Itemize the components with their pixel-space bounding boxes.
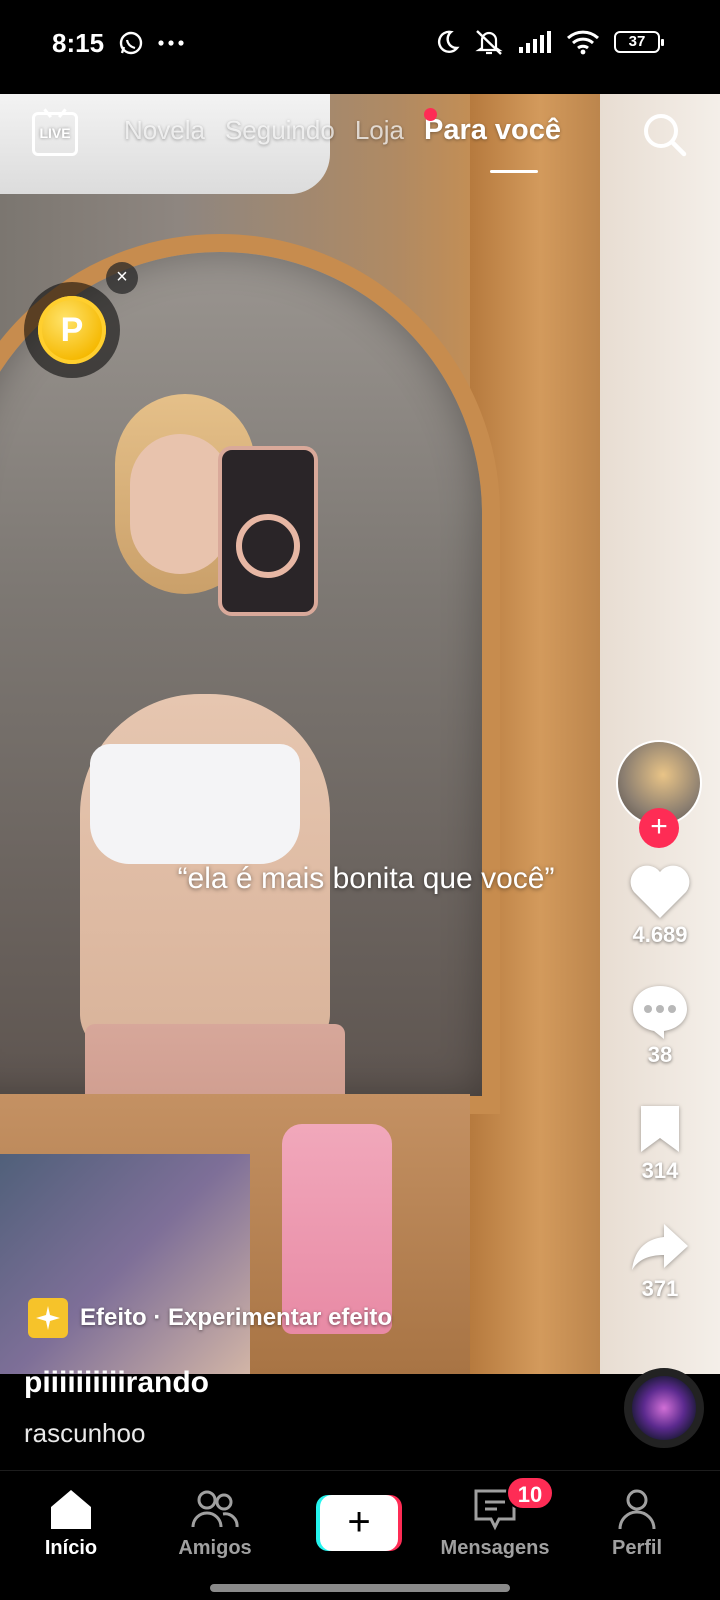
- coin-icon: P: [38, 296, 106, 364]
- do-not-disturb-moon-icon: [437, 30, 460, 53]
- follow-button[interactable]: +: [639, 808, 679, 848]
- tab-novela[interactable]: Novela: [124, 115, 205, 146]
- figure-top: [90, 744, 300, 864]
- comment-icon: [633, 986, 687, 1039]
- status-bar: 8:15 37: [0, 0, 720, 94]
- signal-icon: [519, 31, 551, 53]
- close-coin-button[interactable]: ×: [106, 262, 138, 294]
- home-icon: [51, 1490, 91, 1529]
- home-indicator[interactable]: [210, 1584, 510, 1592]
- status-left-icons: [118, 30, 184, 56]
- friends-icon: [191, 1490, 239, 1528]
- nav-home-label: Início: [44, 1537, 98, 1559]
- status-time: 8:15: [52, 28, 105, 58]
- share-count: 371: [641, 1276, 679, 1301]
- bottom-nav: Início Amigos + Mensagens Perfil: [0, 1470, 720, 1600]
- effect-label: Efeito · Experimentar efeito: [80, 1304, 393, 1331]
- effect-bar[interactable]: Efeito · Experimentar efeito: [28, 1298, 392, 1338]
- post-caption: rascunhoo: [24, 1418, 146, 1448]
- poster: [0, 1154, 250, 1374]
- nav-profile-label: Perfil: [611, 1537, 663, 1559]
- nav-home[interactable]: Início: [6, 1487, 136, 1560]
- plus-icon: +: [320, 1495, 398, 1551]
- messages-badge: 10: [506, 1476, 554, 1510]
- share-arrow-icon: [632, 1224, 688, 1270]
- share-button[interactable]: 371: [610, 1220, 710, 1302]
- active-tab-indicator: [490, 170, 538, 173]
- tab-loja[interactable]: Loja: [355, 115, 404, 146]
- figure-face: [130, 434, 230, 574]
- loja-notification-dot: [424, 108, 437, 121]
- music-disc-icon[interactable]: [624, 1368, 704, 1448]
- live-tv-icon[interactable]: LIVE: [32, 112, 78, 156]
- feed-tabs: Novela Seguindo Loja Para você: [124, 114, 561, 147]
- status-right-icons: 37: [434, 28, 664, 56]
- phone-ring: [236, 514, 300, 578]
- bookmark-icon: [641, 1106, 679, 1152]
- like-button[interactable]: 4.689: [610, 862, 710, 948]
- tab-seguindo[interactable]: Seguindo: [225, 115, 335, 146]
- nav-profile[interactable]: Perfil: [572, 1487, 702, 1560]
- save-button[interactable]: 314: [610, 1102, 710, 1184]
- search-icon: [644, 114, 687, 157]
- search-button[interactable]: [640, 110, 688, 158]
- muted-bell-icon: [475, 30, 503, 55]
- more-notifications-icon: [158, 40, 184, 46]
- heart-icon: [630, 865, 690, 918]
- nav-friends[interactable]: Amigos: [150, 1487, 280, 1560]
- comment-count: 38: [647, 1042, 673, 1067]
- nav-friends-label: Amigos: [178, 1537, 252, 1559]
- whatsapp-icon: [119, 31, 143, 55]
- create-button[interactable]: +: [316, 1495, 402, 1551]
- username[interactable]: piiiiiiiiiirando: [24, 1366, 209, 1400]
- coin-reward-widget[interactable]: P: [24, 282, 120, 378]
- comment-button[interactable]: 38: [610, 982, 710, 1068]
- wifi-icon: [566, 30, 600, 55]
- nav-messages-label: Mensagens: [440, 1537, 550, 1559]
- profile-icon: [618, 1489, 656, 1530]
- battery-indicator: 37: [614, 31, 664, 53]
- overlay-text-content: “ela é mais bonita que você”: [177, 862, 555, 895]
- like-count: 4.689: [632, 922, 688, 947]
- sparkle-effect-icon: [28, 1298, 68, 1338]
- tab-para-voce[interactable]: Para você: [424, 114, 561, 147]
- save-count: 314: [641, 1158, 679, 1183]
